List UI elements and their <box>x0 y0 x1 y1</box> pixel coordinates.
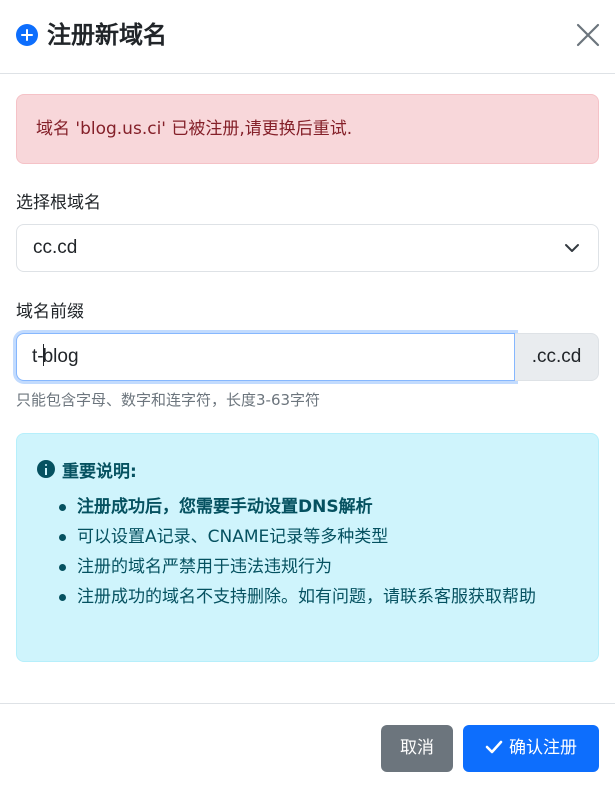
root-domain-select[interactable]: cc.cd <box>16 224 599 272</box>
prefix-value-end: blog <box>42 346 79 367</box>
confirm-register-button[interactable]: 确认注册 <box>463 725 599 772</box>
check-icon <box>485 740 503 754</box>
modal-footer: 取消 确认注册 <box>0 703 615 806</box>
root-domain-label: 选择根域名 <box>16 193 101 213</box>
info-item: 注册成功的域名不支持删除。如有问题，请联系客服获取帮助 <box>59 582 587 612</box>
prefix-label: 域名前缀 <box>16 302 84 322</box>
prefix-input[interactable]: t-blog <box>16 333 515 381</box>
domain-suffix-addon: .cc.cd <box>515 333 599 381</box>
plus-circle-icon <box>16 24 38 46</box>
info-circle-icon <box>37 460 55 478</box>
info-alert: 重要说明: 注册成功后，您需要手动设置DNS解析 可以设置A记录、CNAME记录… <box>16 433 599 662</box>
info-list: 注册成功后，您需要手动设置DNS解析 可以设置A记录、CNAME记录等多种类型 … <box>59 492 587 612</box>
confirm-label: 确认注册 <box>509 738 577 758</box>
cancel-label: 取消 <box>400 738 434 758</box>
prefix-help-text: 只能包含字母、数字和连字符，长度3-63字符 <box>16 391 321 409</box>
modal-header: 注册新域名 <box>0 0 615 74</box>
close-icon <box>576 23 600 47</box>
info-item: 可以设置A记录、CNAME记录等多种类型 <box>59 522 587 552</box>
info-item: 注册的域名严禁用于违法违规行为 <box>59 552 587 582</box>
error-alert: 域名 'blog.us.ci' 已被注册,请更换后重试. <box>16 94 599 164</box>
info-item: 注册成功后，您需要手动设置DNS解析 <box>59 492 587 522</box>
prefix-input-group: t-blog .cc.cd <box>16 333 599 381</box>
modal-title: 注册新域名 <box>47 21 167 49</box>
chevron-down-icon <box>565 244 579 252</box>
close-button[interactable] <box>575 22 601 48</box>
info-title: 重要说明: <box>62 462 137 482</box>
cancel-button[interactable]: 取消 <box>381 725 453 772</box>
root-domain-selected: cc.cd <box>33 237 78 258</box>
